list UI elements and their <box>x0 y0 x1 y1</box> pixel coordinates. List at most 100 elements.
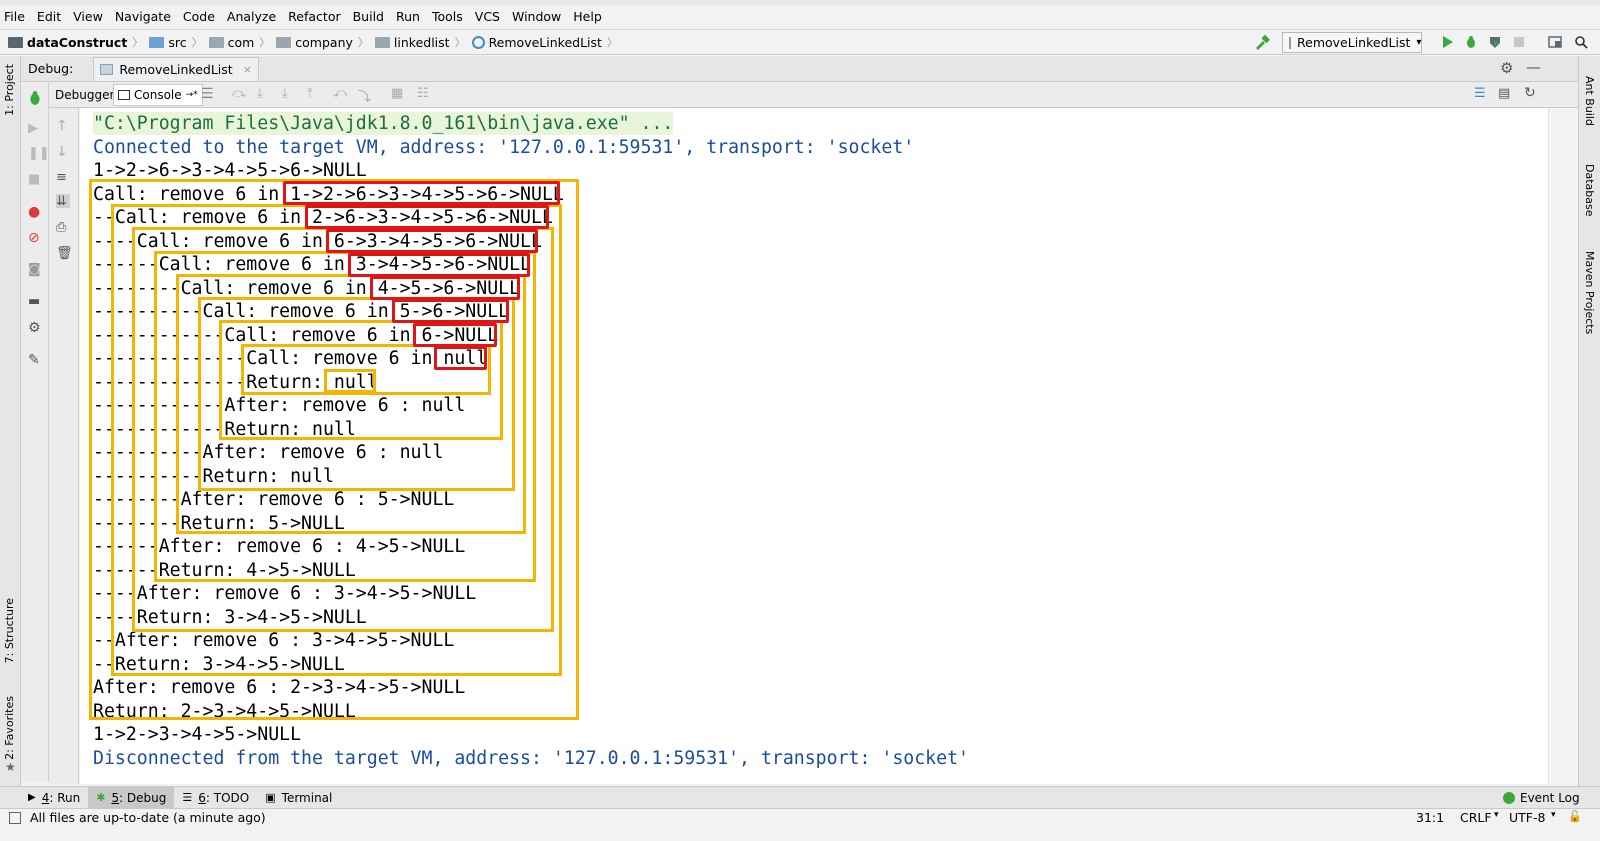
breadcrumb-src[interactable]: src 〉 <box>149 34 203 50</box>
file-encoding[interactable]: UTF-8 <box>1509 810 1545 825</box>
breadcrumb-src-label: src <box>168 34 187 50</box>
console-icon <box>118 90 130 100</box>
folder-icon <box>374 36 390 48</box>
tab-debug-number: 5 <box>111 790 120 805</box>
debug-session-label: RemoveLinkedList <box>119 61 233 77</box>
pin-arrow-icon: →* <box>185 90 198 100</box>
run-to-cursor-icon[interactable]: ⤵ <box>358 86 371 105</box>
step-over-icon[interactable]: ⤼ <box>232 86 246 101</box>
camera-icon[interactable]: ◙ <box>28 262 42 277</box>
line-separator[interactable]: CRLF <box>1460 810 1492 825</box>
tab-todo[interactable]: ☰ 6: TODO <box>174 787 257 809</box>
status-square-icon[interactable] <box>9 812 21 824</box>
tab-debugger[interactable]: Debugger <box>51 84 118 106</box>
status-message: All files are up-to-date (a minute ago) <box>30 810 266 825</box>
tab-project[interactable]: 1: Project <box>3 64 16 116</box>
run-configuration-select[interactable]: RemoveLinkedList ▾ <box>1282 32 1422 53</box>
layout-icon[interactable]: ▬ <box>28 294 42 309</box>
layout-settings-icon[interactable]: ▤ <box>1498 86 1510 101</box>
evaluate-icon[interactable]: ▦ <box>391 86 403 101</box>
breakpoints-icon[interactable]: ● <box>28 204 42 220</box>
menu-tools[interactable]: Tools <box>432 9 463 24</box>
menu-code[interactable]: Code <box>183 9 215 24</box>
down-arrow-icon[interactable]: ↓ <box>56 144 70 160</box>
coverage-icon[interactable] <box>1488 35 1502 49</box>
console-output[interactable]: "C:\Program Files\Java\jdk1.8.0_161\bin\… <box>80 108 1548 784</box>
tab-project-label: 1: Project <box>3 64 16 116</box>
debug-bug-icon: ✱ <box>96 791 106 804</box>
chevron-right-icon: 〉 <box>259 36 271 49</box>
console-scrollbar[interactable] <box>1548 108 1578 784</box>
resume-icon[interactable]: ▶ <box>28 121 42 136</box>
menu-help[interactable]: Help <box>573 9 602 24</box>
breadcrumb-project[interactable]: dataConstruct 〉 <box>8 34 143 50</box>
breadcrumb-linkedlist[interactable]: linkedlist 〉 <box>374 34 466 50</box>
gear-icon[interactable]: ⚙ <box>1500 59 1513 77</box>
force-step-into-icon[interactable]: ⤓ <box>282 86 288 101</box>
soft-wrap-icon[interactable]: ≡ <box>56 170 70 185</box>
chevron-down-icon: ▾ <box>1416 37 1422 48</box>
breadcrumb-com[interactable]: com 〉 <box>208 34 271 50</box>
trace-icon[interactable]: ☷ <box>417 86 429 101</box>
tab-maven-projects[interactable]: Maven Projects <box>1583 251 1596 334</box>
event-log-button[interactable]: Event Log <box>1495 787 1588 809</box>
tab-structure[interactable]: 7: Structure <box>3 598 16 663</box>
close-icon[interactable]: × <box>243 63 252 76</box>
menu-view[interactable]: View <box>73 9 103 24</box>
tab-debug[interactable]: ✱ 5: Debug <box>88 786 175 809</box>
menu-run[interactable]: Run <box>396 9 420 24</box>
tab-ant-build[interactable]: Ant Build <box>1583 76 1596 126</box>
stop-icon[interactable] <box>1512 35 1526 49</box>
restore-layout-icon[interactable]: ☰ <box>1474 86 1486 101</box>
tab-terminal[interactable]: ▣ Terminal <box>257 787 340 809</box>
chevron-right-icon: 〉 <box>606 36 618 49</box>
breadcrumb-com-label: com <box>227 34 255 50</box>
tab-database[interactable]: Database <box>1583 164 1596 217</box>
minimize-icon[interactable]: — <box>1526 58 1541 76</box>
print-icon[interactable]: ⎙ <box>56 220 70 235</box>
project-structure-icon[interactable] <box>1548 35 1562 49</box>
left-tool-strip: 1: Project 7: Structure 2: Favorites ★ <box>0 56 21 806</box>
folder-icon <box>276 36 292 48</box>
class-icon <box>471 35 485 49</box>
lock-icon[interactable]: 🔓 <box>1568 810 1582 823</box>
up-arrow-icon[interactable]: ↑ <box>56 118 70 134</box>
debug-session-tab[interactable]: RemoveLinkedList × <box>93 56 259 81</box>
tab-run[interactable]: ▶ 4: Run <box>20 787 88 809</box>
status-bar: All files are up-to-date (a minute ago) … <box>0 808 1600 841</box>
breadcrumb-company[interactable]: company 〉 <box>276 34 369 50</box>
scroll-to-end-icon[interactable]: ⇊ <box>56 194 70 209</box>
step-into-icon[interactable]: ⤓ <box>257 86 263 101</box>
menu-window[interactable]: Window <box>512 9 561 24</box>
list-icon: ☰ <box>182 791 193 804</box>
stop-icon[interactable]: ■ <box>28 172 42 187</box>
pin-icon[interactable]: ✎ <box>28 352 42 368</box>
debug-bug-icon[interactable] <box>1464 35 1478 49</box>
drop-frame-icon[interactable]: ⤺ <box>333 86 347 101</box>
menu-vcs[interactable]: VCS <box>475 9 500 24</box>
trash-icon[interactable]: 🗑 <box>56 246 73 261</box>
tab-console[interactable]: Console →* <box>113 84 203 106</box>
search-icon[interactable] <box>1574 35 1588 49</box>
settings-icon[interactable]: ⚙ <box>28 320 42 336</box>
run-icon[interactable] <box>1440 35 1454 49</box>
console-line: Connected to the target VM, address: '12… <box>93 136 915 158</box>
menu-navigate[interactable]: Navigate <box>115 9 171 24</box>
menu-refactor[interactable]: Refactor <box>288 9 340 24</box>
refresh-icon[interactable]: ↻ <box>1524 85 1536 101</box>
tab-favorites[interactable]: 2: Favorites <box>3 696 16 760</box>
menu-file[interactable]: File <box>4 9 25 24</box>
menu-analyze[interactable]: Analyze <box>227 9 276 24</box>
cursor-position[interactable]: 31:1 <box>1416 810 1444 825</box>
menu-edit[interactable]: Edit <box>37 9 61 24</box>
build-hammer-icon[interactable] <box>1254 34 1270 50</box>
pause-icon[interactable]: ❚❚ <box>28 146 50 161</box>
step-out-icon[interactable]: ⤒ <box>307 86 313 101</box>
menu-build[interactable]: Build <box>353 9 384 24</box>
mute-breakpoints-icon[interactable]: ⊘ <box>28 230 42 246</box>
menu-lines-icon[interactable]: ☰ <box>201 86 214 102</box>
breadcrumb-file[interactable]: RemoveLinkedList 〉 <box>471 34 618 50</box>
breadcrumb-company-label: company <box>295 34 353 50</box>
argument-box <box>413 323 497 347</box>
play-icon: ▶ <box>28 792 36 803</box>
